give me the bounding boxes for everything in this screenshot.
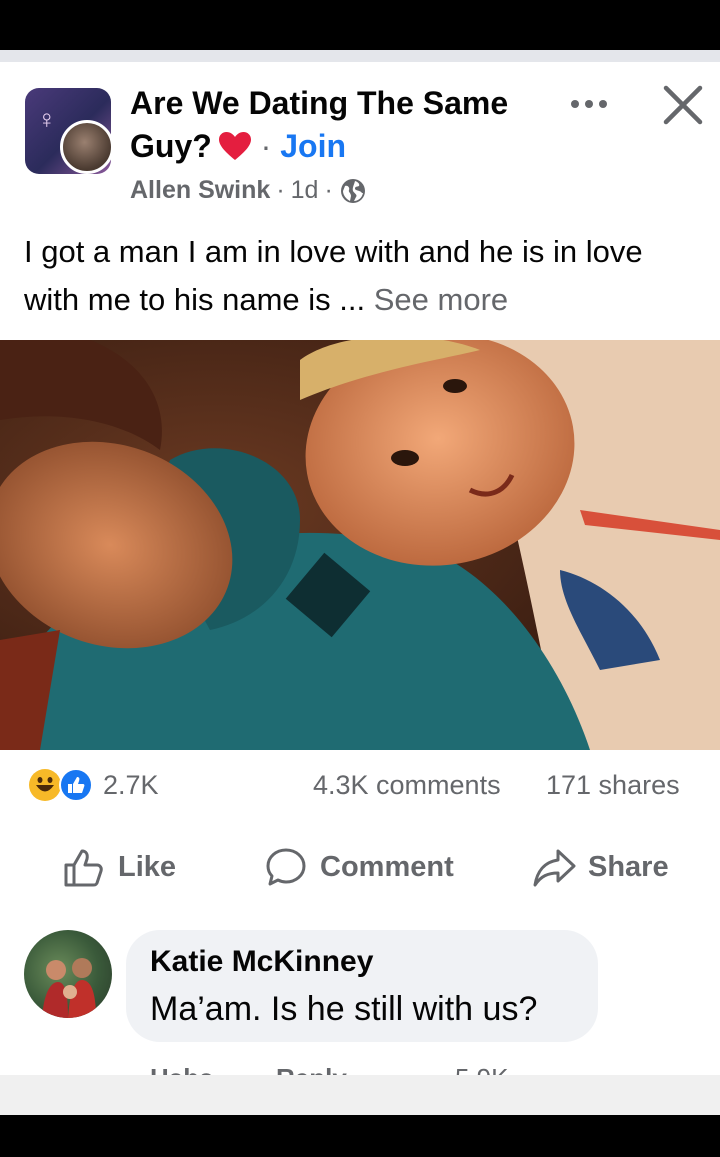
join-button[interactable]: Join [280, 128, 346, 164]
meta-separator-2: · [324, 176, 333, 204]
like-reaction-icon [59, 768, 93, 802]
commenter-name[interactable]: Katie McKinney [150, 945, 373, 979]
haha-icon [29, 769, 61, 801]
post-text: I got a man I am in love with and he is … [24, 228, 704, 324]
share-icon [533, 849, 576, 887]
post-time[interactable]: 1d [291, 176, 319, 205]
comment-button[interactable]: Comment [264, 842, 454, 892]
more-icon [571, 100, 607, 108]
more-options-button[interactable] [568, 86, 610, 122]
comment-text: Ma’am. Is he still with us? [150, 990, 538, 1028]
bottom-black-bar [0, 1115, 720, 1157]
share-label: Share [588, 850, 669, 883]
comment-icon [266, 848, 306, 886]
title-separator: · [251, 128, 281, 164]
see-more-link[interactable]: See more [374, 282, 508, 317]
author-name[interactable]: Allen Swink [130, 176, 270, 205]
like-label: Like [118, 850, 177, 883]
post-body: I got a man I am in love with and he is … [24, 234, 643, 317]
post-title: Are We Dating The Same Guy? · Join [130, 82, 550, 168]
photo-illustration [0, 340, 720, 750]
shares-count[interactable]: 171 shares [546, 768, 680, 802]
reaction-count[interactable]: 2.7K [103, 768, 159, 802]
comment-label: Comment [320, 850, 454, 883]
post-photo[interactable] [0, 340, 720, 750]
comments-count[interactable]: 4.3K comments [313, 768, 501, 802]
status-bar [0, 0, 720, 50]
reaction-icons[interactable] [28, 768, 100, 802]
close-icon[interactable] [660, 82, 706, 128]
meta-separator: · [276, 176, 285, 204]
system-nav-bar [0, 1075, 720, 1115]
post-meta: Allen Swink · 1d · [130, 176, 367, 205]
share-button[interactable]: Share [532, 842, 669, 892]
venus-icon: ♀ [37, 104, 57, 134]
commenter-avatar-image [42, 958, 96, 1018]
globe-icon [340, 178, 365, 203]
like-icon [64, 849, 103, 887]
author-avatar[interactable] [60, 120, 114, 174]
like-button[interactable]: Like [62, 842, 176, 892]
heart-icon [218, 132, 251, 160]
commenter-avatar[interactable] [24, 930, 112, 1018]
sheet-edge [0, 50, 720, 62]
